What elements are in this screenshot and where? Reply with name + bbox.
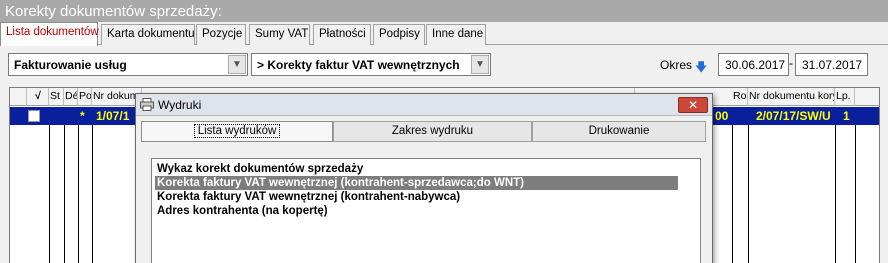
document-kind-value: > Korekty faktur VAT wewnętrznych xyxy=(257,58,460,72)
date-to-field[interactable]: 31.07.2017 xyxy=(795,53,868,76)
tab-label: Podpisy xyxy=(379,28,420,40)
tab-platnosci[interactable]: Płatności xyxy=(313,24,371,45)
header-lp[interactable]: Lp. xyxy=(835,88,855,106)
window-title: Korekty dokumentów sprzedaży: xyxy=(0,0,888,22)
print-list[interactable]: Wykaz korekt dokumentów sprzedaży Korekt… xyxy=(151,158,701,263)
row-star: * xyxy=(80,109,85,123)
document-type-value: Fakturowanie usług xyxy=(14,58,127,72)
tab-drukowanie[interactable]: Drukowanie xyxy=(532,121,706,142)
chevron-down-icon[interactable]: ▼ xyxy=(228,55,246,74)
column-divider xyxy=(855,125,856,263)
tab-zakres-wydruku[interactable]: Zakres wydruku xyxy=(333,121,532,142)
column-divider xyxy=(748,125,749,263)
tab-karta-dokumentu[interactable]: Karta dokumentu xyxy=(101,24,195,45)
tab-label: Drukowanie xyxy=(588,125,650,137)
row-checkbox[interactable] xyxy=(28,110,40,122)
header-spacer xyxy=(10,88,27,106)
list-item[interactable]: Korekta faktury VAT wewnętrznej (kontrah… xyxy=(155,190,462,204)
header-ro[interactable]: Ro: xyxy=(732,88,748,106)
row-lp: 1 xyxy=(843,109,850,123)
tab-label: Płatności xyxy=(319,28,366,40)
header-check[interactable]: √ xyxy=(27,88,49,106)
row-date: 1/07/1 xyxy=(96,109,130,123)
tab-label: Karta dokumentu xyxy=(107,28,195,40)
column-divider xyxy=(835,125,836,263)
close-icon[interactable]: ✕ xyxy=(678,97,708,113)
tab-sumy-vat[interactable]: Sumy VAT xyxy=(249,24,310,45)
period-label: Okres xyxy=(660,58,693,72)
row-ro: 00 xyxy=(715,109,729,123)
document-type-select[interactable]: Fakturowanie usług ▼ xyxy=(8,53,248,76)
print-dialog: Wydruki ✕ Lista wydruków Zakres wydruku … xyxy=(135,93,713,263)
header-de[interactable]: Dé xyxy=(64,88,78,106)
date-from-field[interactable]: 30.06.2017 xyxy=(718,53,789,76)
header-po[interactable]: Po xyxy=(78,88,92,106)
dialog-title: Wydruki xyxy=(158,98,202,112)
tab-podpisy[interactable]: Podpisy xyxy=(373,24,425,45)
tab-label: Sumy VAT xyxy=(255,28,309,40)
column-divider xyxy=(49,125,50,263)
column-divider xyxy=(64,125,65,263)
list-item[interactable]: Wykaz korekt dokumentów sprzedaży xyxy=(155,162,365,176)
tab-label: Zakres wydruku xyxy=(391,125,474,137)
tab-pozycje[interactable]: Pozycje xyxy=(196,24,246,45)
tab-lista-dokumentow[interactable]: Lista dokumentów xyxy=(0,22,99,46)
main-tabs: Lista dokumentów Karta dokumentu Pozycje… xyxy=(0,22,888,46)
tab-label: Pozycje xyxy=(202,28,243,40)
tab-label: Lista dokumentów xyxy=(6,26,99,38)
date-separator: - xyxy=(789,56,793,70)
list-item-selected[interactable]: Korekta faktury VAT wewnętrznej (kontrah… xyxy=(155,176,678,190)
tab-label: Inne dane xyxy=(432,28,484,40)
header-status[interactable]: St xyxy=(49,88,64,106)
tab-label: Lista wydruków xyxy=(193,124,281,138)
dialog-title-bar[interactable]: Wydruki ✕ xyxy=(136,94,712,116)
list-item[interactable]: Adres kontrahenta (na kopertę) xyxy=(155,204,330,218)
chevron-down-icon[interactable]: ▼ xyxy=(471,55,489,74)
printer-icon xyxy=(140,98,154,111)
column-divider xyxy=(92,125,93,263)
column-divider xyxy=(732,125,733,263)
row-nr-korygowanego: 2/07/17/SW/U xyxy=(756,109,831,123)
tab-inne-dane[interactable]: Inne dane xyxy=(426,24,486,45)
column-divider xyxy=(78,125,79,263)
tab-lista-wydrukow[interactable]: Lista wydruków xyxy=(141,121,333,142)
arrow-down-icon[interactable]: 🡇 xyxy=(695,58,707,79)
document-kind-select[interactable]: > Korekty faktur VAT wewnętrznych ▼ xyxy=(251,53,491,76)
header-nr-dokumentu-korygowanego[interactable]: Nr dokumentu kory xyxy=(748,88,835,106)
